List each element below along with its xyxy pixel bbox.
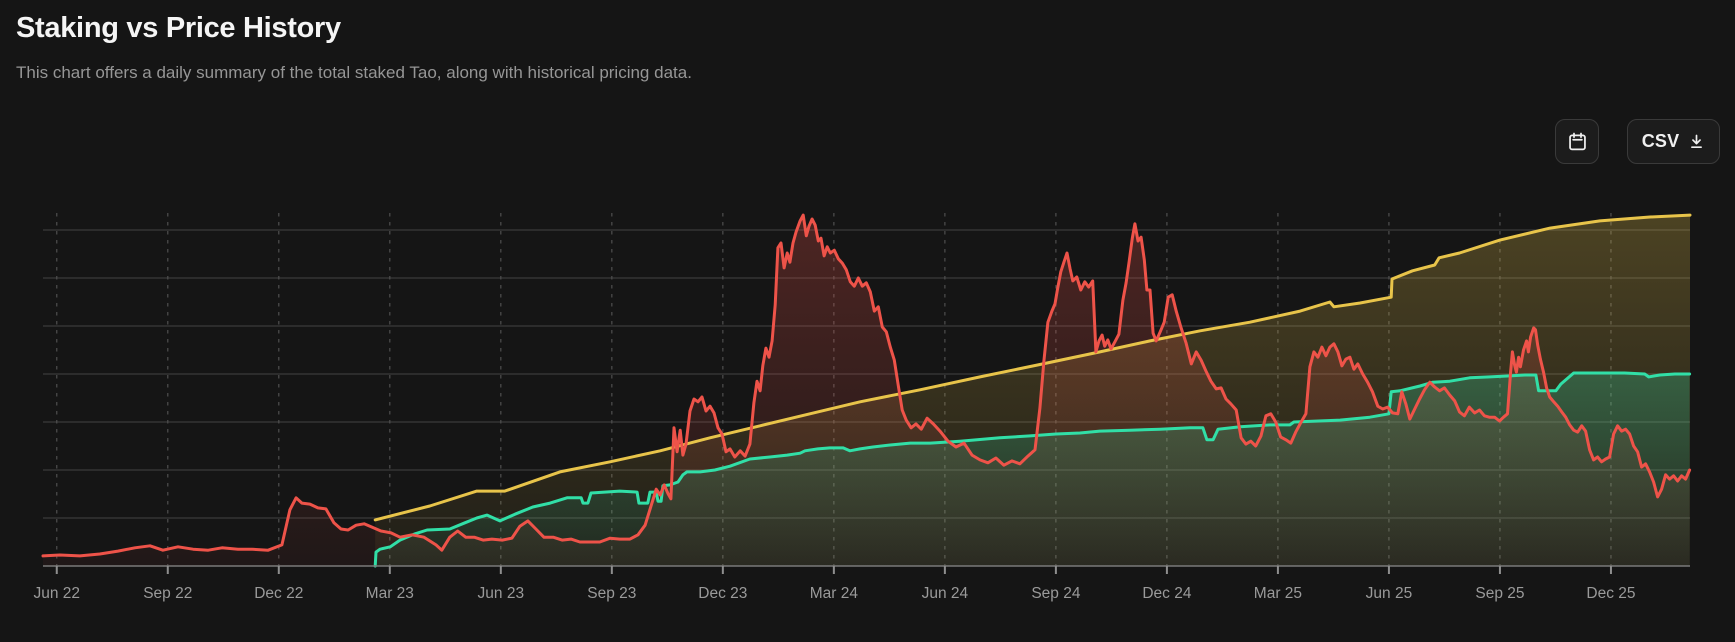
x-axis-tick-label: Mar 24 (810, 585, 859, 602)
x-axis-tick-label: Dec 24 (1142, 585, 1191, 602)
staking-price-history-panel: Jun 22 Sep 22 Dec 22 Mar 23 Jun 23 Sep 23 Dec … (0, 0, 1735, 642)
x-axis-tick-label: Mar 23 (366, 585, 414, 602)
x-axis-tick-label: Jun 25 (1366, 585, 1413, 602)
date-range-button[interactable] (1555, 119, 1599, 164)
x-axis-tick-label: Dec 22 (254, 585, 303, 602)
chart-toolbar: CSV (1555, 119, 1720, 164)
chart-area: Jun 22 Sep 22 Dec 22 Mar 23 Jun 23 Sep 23 Dec … (0, 0, 1735, 642)
x-axis-tick-label: Mar 25 (1254, 585, 1302, 602)
calendar-icon (1567, 131, 1588, 152)
download-icon (1688, 133, 1705, 150)
x-axis: Jun 22 Sep 22 Dec 22 Mar 23 Jun 23 Sep 23 Dec … (33, 566, 1690, 602)
x-axis-tick-label: Dec 25 (1586, 585, 1635, 602)
csv-download-button[interactable]: CSV (1627, 119, 1720, 164)
x-axis-tick-label: Sep 23 (587, 585, 636, 602)
x-axis-tick-label: Sep 25 (1475, 585, 1524, 602)
x-axis-tick-label: Dec 23 (698, 585, 747, 602)
page-title: Staking vs Price History (16, 12, 692, 45)
x-axis-tick-label: Jun 22 (33, 585, 80, 602)
x-axis-tick-label: Sep 22 (143, 585, 192, 602)
page-subtitle: This chart offers a daily summary of the… (16, 63, 692, 83)
x-axis-tick-label: Jun 23 (478, 585, 525, 602)
staking-price-chart[interactable]: Jun 22 Sep 22 Dec 22 Mar 23 Jun 23 Sep 23 Dec … (0, 0, 1735, 642)
page-header: Staking vs Price History This chart offe… (16, 12, 692, 83)
x-axis-tick-label: Sep 24 (1031, 585, 1081, 602)
csv-button-label: CSV (1642, 131, 1680, 152)
x-axis-tick-label: Jun 24 (922, 585, 969, 602)
